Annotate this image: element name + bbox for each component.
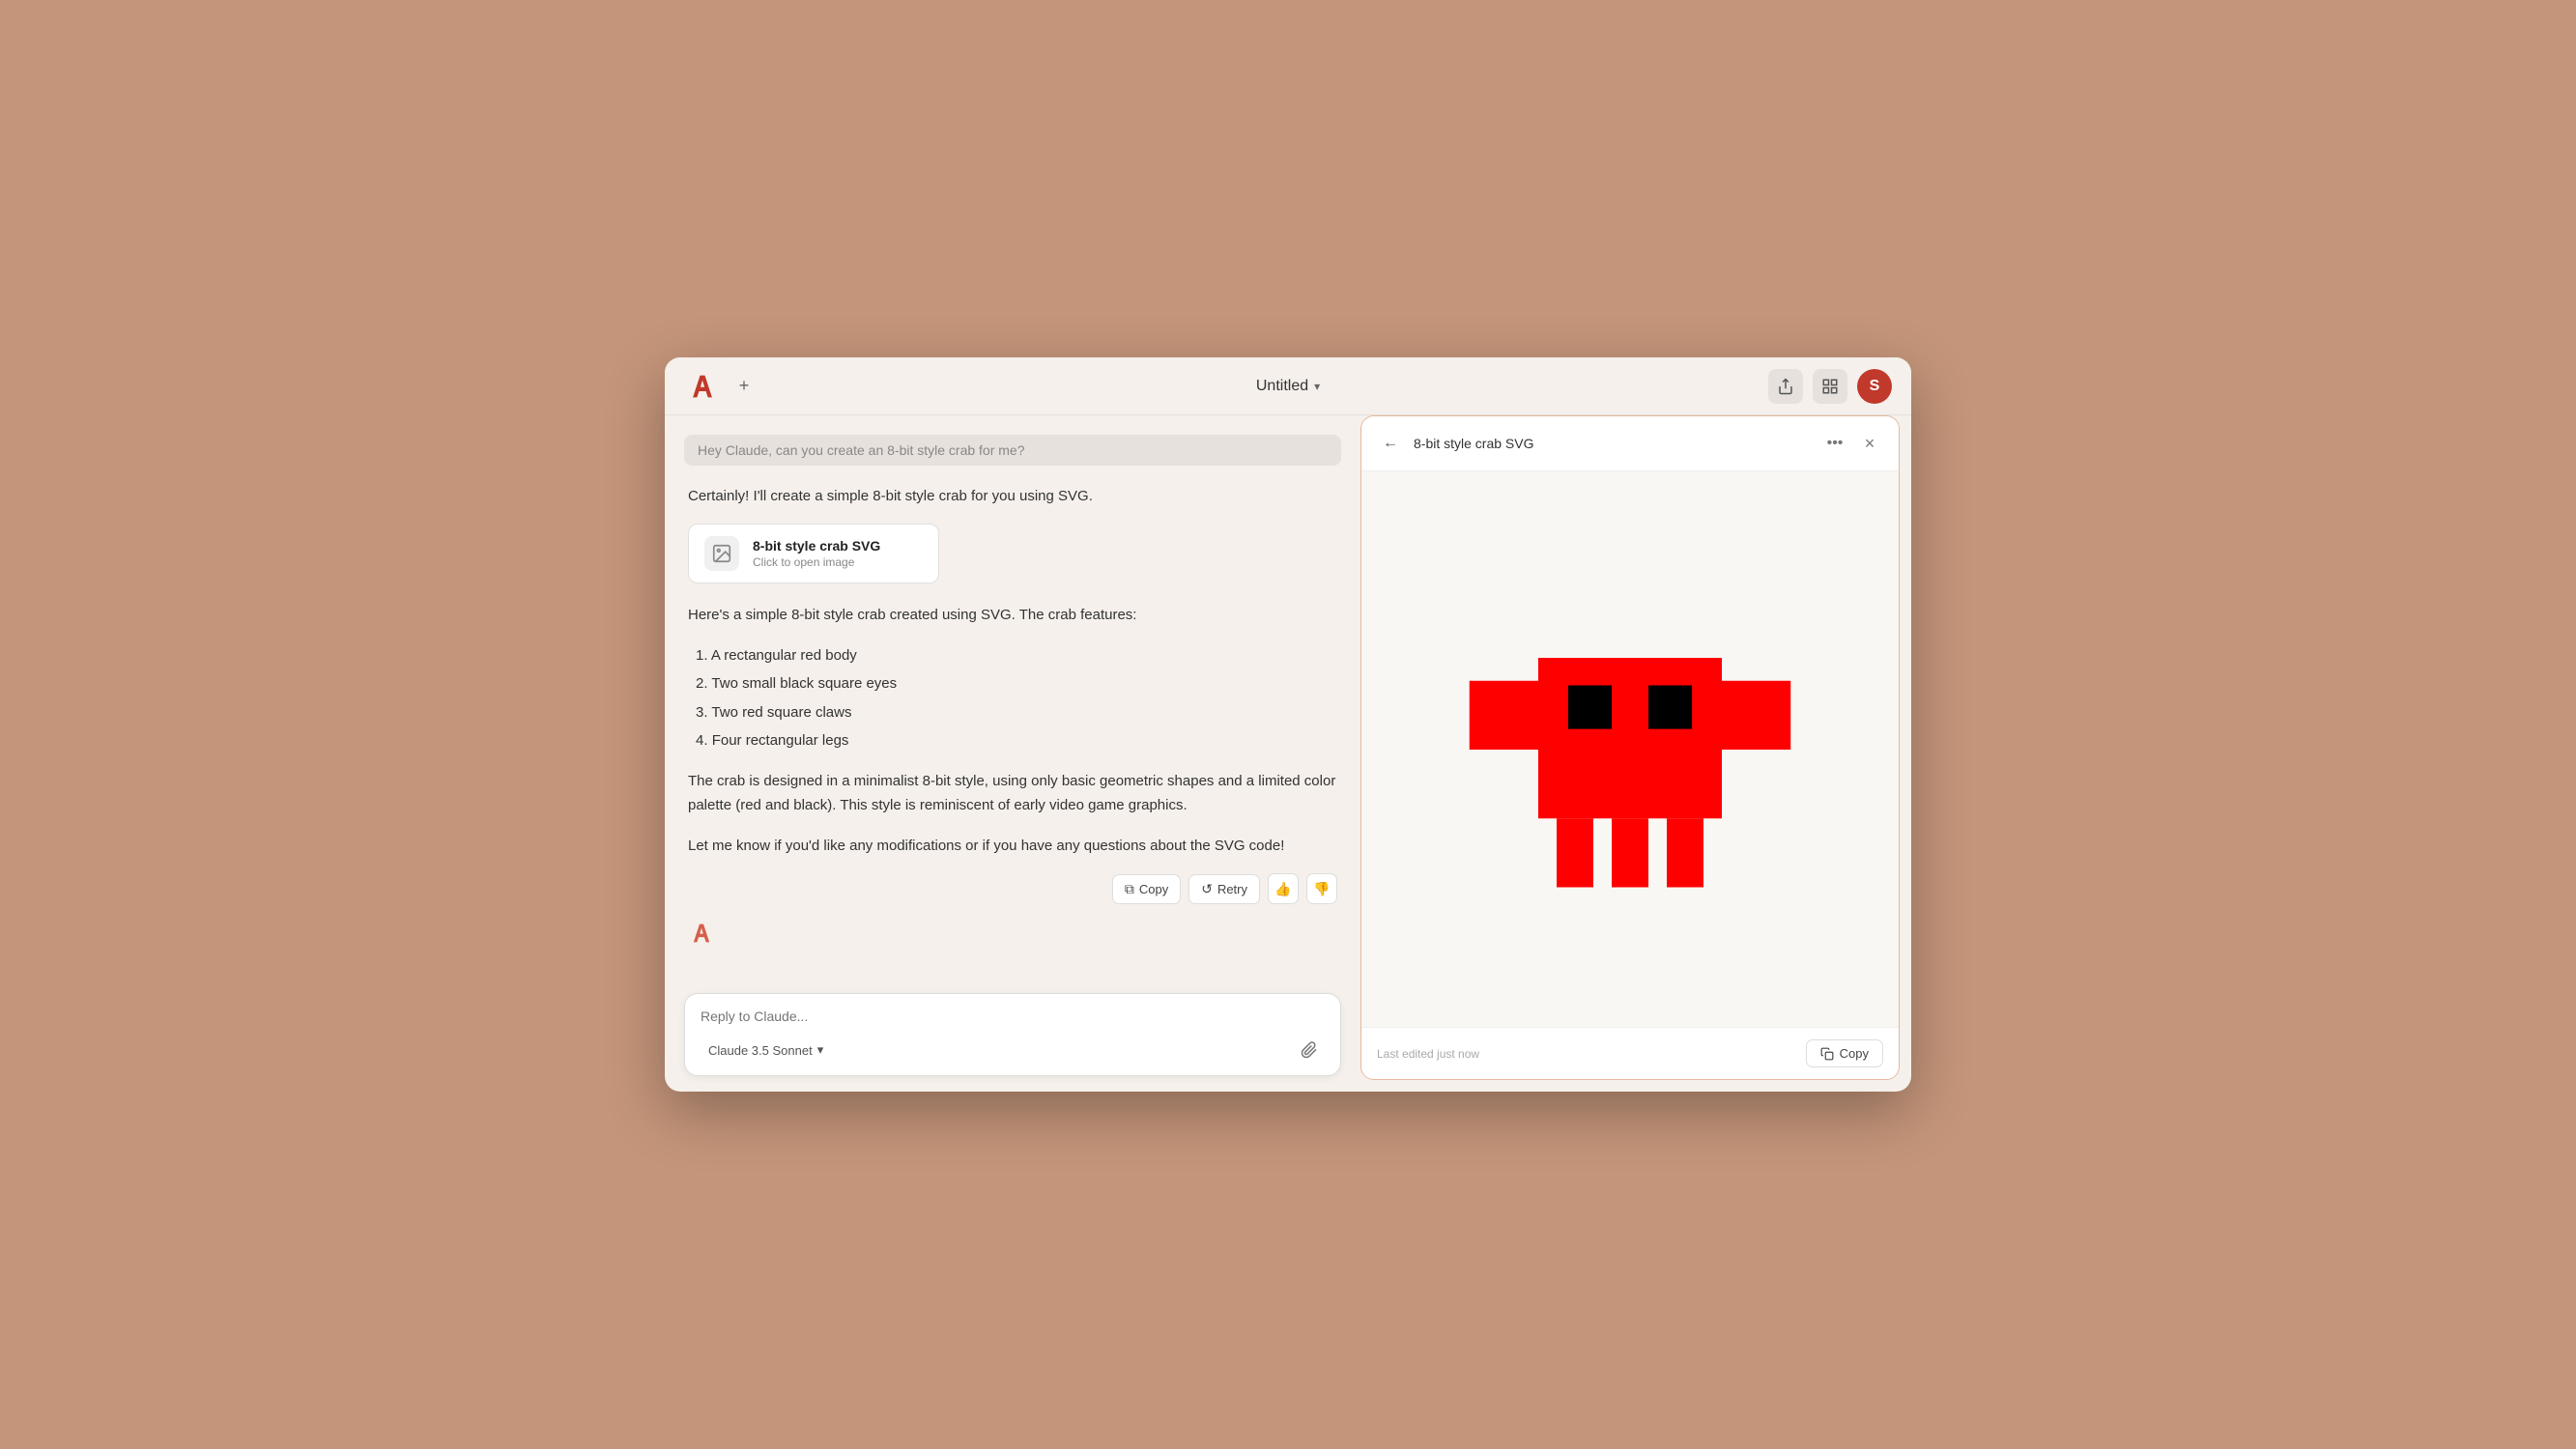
- model-name: Claude 3.5 Sonnet: [708, 1043, 813, 1058]
- artifact-card-inline[interactable]: 8-bit style crab SVG Click to open image: [688, 524, 939, 583]
- attach-button[interactable]: [1294, 1035, 1325, 1065]
- new-chat-button[interactable]: +: [730, 373, 758, 400]
- logo-area: +: [684, 368, 758, 405]
- list-item: Two red square claws: [688, 700, 1337, 725]
- artifact-copy-button[interactable]: Copy: [1806, 1039, 1883, 1067]
- artifact-panel: ← 8-bit style crab SVG ••• ×: [1360, 415, 1900, 1080]
- window-title: Untitled: [1256, 378, 1308, 395]
- artifact-card-title: 8-bit style crab SVG: [753, 538, 923, 554]
- artifact-panel-title: 8-bit style crab SVG: [1414, 436, 1812, 451]
- artifact-close-button[interactable]: ×: [1856, 430, 1883, 457]
- artifact-copy-label: Copy: [1840, 1046, 1869, 1061]
- artifact-card-info: 8-bit style crab SVG Click to open image: [753, 538, 923, 569]
- artifact-body: [1361, 471, 1899, 1027]
- retry-icon: ↺: [1201, 881, 1213, 897]
- input-box: Claude 3.5 Sonnet ▾: [684, 993, 1341, 1076]
- assistant-message: Certainly! I'll create a simple 8-bit st…: [684, 485, 1341, 947]
- reply-input[interactable]: [701, 1006, 1325, 1027]
- copy-icon: ⧉: [1125, 881, 1134, 897]
- title-center[interactable]: Untitled ▾: [1256, 378, 1320, 395]
- share-button[interactable]: [1768, 369, 1803, 404]
- section-intro: Here's a simple 8-bit style crab created…: [688, 603, 1337, 628]
- model-selector[interactable]: Claude 3.5 Sonnet ▾: [701, 1038, 831, 1062]
- artifact-footer: Last edited just now Copy: [1361, 1027, 1899, 1079]
- retry-label: Retry: [1217, 882, 1247, 896]
- user-message-text: Hey Claude, can you create an 8-bit styl…: [698, 442, 1025, 458]
- list-item: Four rectangular legs: [688, 728, 1337, 753]
- artifact-back-button[interactable]: ←: [1377, 430, 1404, 457]
- artifact-header-actions: ••• ×: [1821, 430, 1883, 457]
- model-chevron-icon: ▾: [817, 1042, 824, 1058]
- copy-message-button[interactable]: ⧉ Copy: [1112, 874, 1181, 904]
- input-area: Claude 3.5 Sonnet ▾: [665, 980, 1360, 1092]
- chat-messages: Hey Claude, can you create an 8-bit styl…: [665, 415, 1360, 980]
- artifact-card-subtitle: Click to open image: [753, 555, 923, 569]
- title-bar: + Untitled ▾ S: [665, 357, 1911, 415]
- crab-svg: [1446, 566, 1814, 933]
- thumbs-down-icon: 👎: [1313, 881, 1330, 897]
- copy-label: Copy: [1139, 882, 1168, 896]
- app-window: + Untitled ▾ S: [665, 357, 1911, 1092]
- artifact-last-edited: Last edited just now: [1377, 1047, 1479, 1061]
- body-text-1: The crab is designed in a minimalist 8-b…: [688, 769, 1337, 818]
- retry-button[interactable]: ↺ Retry: [1188, 874, 1260, 904]
- main-content: Hey Claude, can you create an 8-bit styl…: [665, 415, 1911, 1092]
- artifact-header: ← 8-bit style crab SVG ••• ×: [1361, 416, 1899, 471]
- more-icon: •••: [1827, 435, 1844, 452]
- avatar-button[interactable]: S: [1857, 369, 1892, 404]
- body-text-2: Let me know if you'd like any modificati…: [688, 834, 1337, 859]
- artifact-card-icon: [704, 536, 739, 571]
- message-actions: ⧉ Copy ↺ Retry 👍 👎: [688, 873, 1337, 904]
- list-item: Two small black square eyes: [688, 671, 1337, 696]
- list-item: A rectangular red body: [688, 643, 1337, 668]
- user-message-bar: Hey Claude, can you create an 8-bit styl…: [684, 435, 1341, 466]
- title-chevron-icon: ▾: [1314, 380, 1320, 393]
- chat-panel: Hey Claude, can you create an 8-bit styl…: [665, 415, 1360, 1092]
- input-footer: Claude 3.5 Sonnet ▾: [701, 1035, 1325, 1065]
- anthropic-logo: [684, 368, 721, 405]
- close-icon: ×: [1865, 434, 1875, 454]
- settings-button[interactable]: [1813, 369, 1847, 404]
- thumbs-up-icon: 👍: [1274, 881, 1291, 897]
- thumbs-up-button[interactable]: 👍: [1268, 873, 1299, 904]
- artifact-menu-button[interactable]: •••: [1821, 430, 1848, 457]
- message-intro: Certainly! I'll create a simple 8-bit st…: [688, 485, 1337, 508]
- title-bar-right: S: [1768, 369, 1892, 404]
- thumbs-down-button[interactable]: 👎: [1306, 873, 1337, 904]
- avatar-letter: S: [1870, 378, 1880, 395]
- features-list: A rectangular red body Two small black s…: [688, 643, 1337, 753]
- claude-spinner: [688, 920, 1337, 947]
- back-icon: ←: [1383, 435, 1398, 452]
